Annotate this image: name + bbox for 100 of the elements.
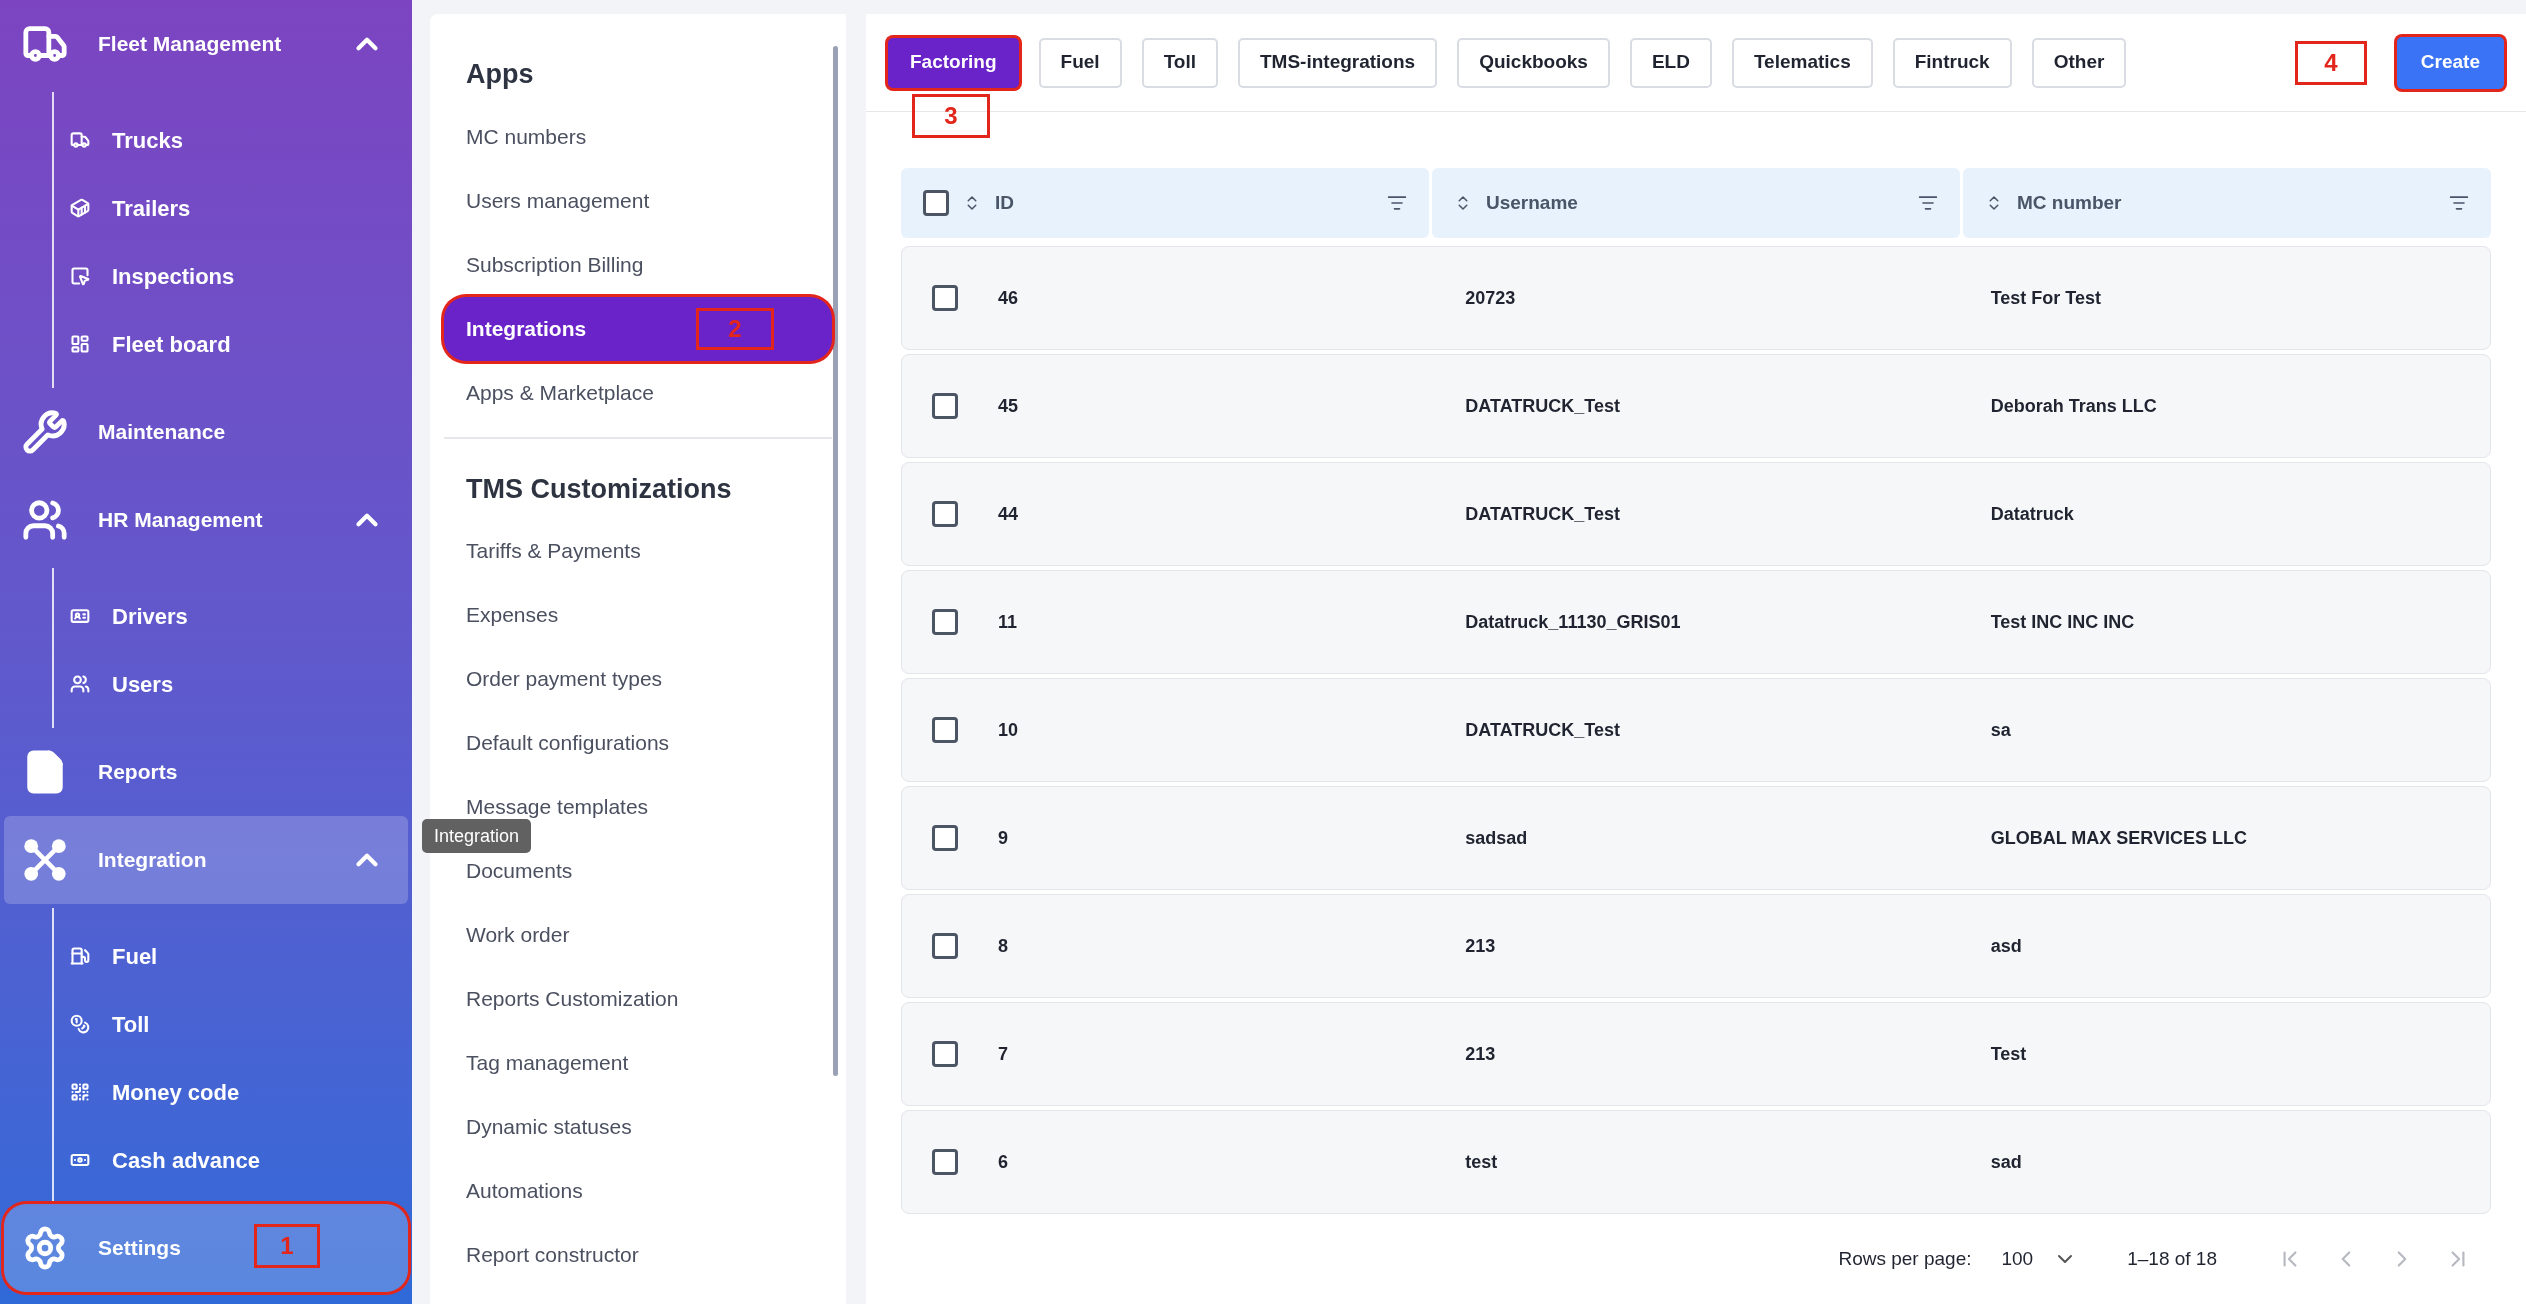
settings-menu-item[interactable]: Subscription Billing <box>466 248 644 281</box>
column-header[interactable]: Username <box>1432 168 1960 238</box>
table-row[interactable]: 46 20723 Test For Test <box>901 246 2491 350</box>
table-row[interactable]: 44 DATATRUCK_Test Datatruck <box>901 462 2491 566</box>
table-cell-text: asd <box>1990 934 2022 958</box>
settings-menu-item[interactable]: Order payment types <box>466 663 663 695</box>
settings-menu-item[interactable]: Expenses <box>466 599 559 631</box>
category-tab[interactable]: TMS-integrations <box>1238 37 1438 88</box>
table-row[interactable]: 45 DATATRUCK_Test Deborah Trans LLC <box>901 354 2491 458</box>
create-button[interactable]: Create <box>2396 36 2504 89</box>
category-tab[interactable]: Quickbooks <box>1457 37 1610 88</box>
table-cell-text: 44 <box>998 502 1019 526</box>
page-range: 1–18 of 18 <box>2127 1246 2217 1271</box>
filter-icon[interactable] <box>2449 193 2469 213</box>
trailer-icon <box>70 198 90 218</box>
column-header[interactable]: ID <box>901 168 1429 238</box>
column-header[interactable]: MC number <box>1963 168 2491 238</box>
qr-code-icon <box>70 1082 90 1102</box>
filter-icon[interactable] <box>1918 193 1938 213</box>
filter-icon[interactable] <box>1387 193 1407 213</box>
table-cell-text: 11 <box>998 610 1018 634</box>
table-cell-text: 6 <box>998 1150 1008 1174</box>
category-tab[interactable]: ELD <box>1629 37 1712 88</box>
sidebar-subitem[interactable]: Users <box>54 650 412 718</box>
table-cell-text: Test For Test <box>1990 286 2101 310</box>
rows-per-page-select[interactable]: 100 <box>2001 1244 2078 1274</box>
table-cell-text: Datatruck <box>1990 502 2074 526</box>
checkbox[interactable] <box>923 190 949 216</box>
checkbox[interactable] <box>932 717 958 743</box>
table-row[interactable]: 8 213 asd <box>901 894 2491 998</box>
table-row[interactable]: 7 213 Test <box>901 1002 2491 1106</box>
settings-menu-item[interactable]: Work order <box>466 919 570 951</box>
sidebar-subitem[interactable]: Fleet board <box>54 310 412 378</box>
settings-menu-item[interactable]: Report constructor <box>466 1239 639 1271</box>
checkbox[interactable] <box>932 1149 958 1175</box>
callout-number: 3 <box>912 93 990 138</box>
people-icon <box>70 674 90 694</box>
checkbox[interactable] <box>932 501 958 527</box>
sidebar-item[interactable]: HR Management <box>4 476 408 564</box>
settings-menu-item[interactable]: Automations <box>466 1175 583 1207</box>
checkbox[interactable] <box>932 393 958 419</box>
checkbox[interactable] <box>932 825 958 851</box>
table-cell-text: 20723 <box>1465 286 1516 310</box>
sidebar-subitem[interactable]: Drivers <box>54 582 412 650</box>
table-cell-text: DATATRUCK_Test <box>1465 394 1620 418</box>
category-tab[interactable]: Toll <box>1141 37 1218 88</box>
sidebar-subitem[interactable]: Inspections <box>54 242 412 310</box>
table-cell-text: sadsad <box>1465 826 1528 850</box>
sidebar-item[interactable]: Maintenance <box>4 388 408 476</box>
people-icon <box>22 497 68 543</box>
table-row[interactable]: 9 sadsad GLOBAL MAX SERVICES LLC <box>901 786 2491 890</box>
callout-number: 1 <box>254 1224 320 1268</box>
sidebar-subitem[interactable]: Cash advance <box>54 1126 412 1194</box>
wrench-icon <box>22 409 68 455</box>
sidebar-item[interactable]: Reports <box>4 728 408 816</box>
table-row[interactable]: 10 DATATRUCK_Test sa <box>901 678 2491 782</box>
category-tab[interactable]: Telematics <box>1731 37 1873 88</box>
table-row[interactable]: 11 Datatruck_11130_GRIS01 Test INC INC INC <box>901 570 2491 674</box>
settings-menu-item[interactable]: Tariffs & Payments <box>466 535 641 567</box>
table-cell-text: sad <box>1990 1150 2022 1174</box>
category-tab[interactable]: Fuel <box>1038 37 1122 88</box>
settings-menu-item[interactable]: MC numbers <box>466 120 587 153</box>
truck-icon <box>70 130 90 150</box>
sidebar-subitem[interactable]: Trucks <box>54 106 412 174</box>
table-cell-text: Test <box>1990 1042 2027 1066</box>
settings-menu-item[interactable]: Apps & Marketplace <box>466 376 654 409</box>
section-heading: TMS Customizations <box>465 472 733 506</box>
settings-menu-item[interactable]: Users management <box>466 184 650 217</box>
checkbox[interactable] <box>932 933 958 959</box>
checkbox[interactable] <box>932 1041 958 1067</box>
sidebar-subitem[interactable]: Fuel <box>54 922 412 990</box>
sidebar-subitem[interactable]: Toll <box>54 990 412 1058</box>
table-cell-text: test <box>1465 1150 1498 1174</box>
sidebar-item[interactable]: Fleet Management <box>4 0 408 88</box>
tooltip: Integration <box>422 819 532 853</box>
table-cell-text: sa <box>1990 718 2011 742</box>
checkbox[interactable] <box>932 609 958 635</box>
table-cell-text: 9 <box>998 826 1008 850</box>
table-cell-text: DATATRUCK_Test <box>1465 718 1620 742</box>
section-heading: Apps <box>465 58 535 91</box>
category-tab[interactable]: Other <box>2031 37 2127 88</box>
settings-menu-item[interactable]: Dynamic statuses <box>466 1111 632 1143</box>
table-cell-text: Test INC INC INC <box>1990 610 2135 634</box>
checkbox[interactable] <box>932 285 958 311</box>
inspection-icon <box>70 266 90 286</box>
table-cell-text: DATATRUCK_Test <box>1465 502 1620 526</box>
sidebar-subitem[interactable]: Trailers <box>54 174 412 242</box>
sidebar-item[interactable]: Settings 1 <box>4 1204 408 1292</box>
settings-menu-item[interactable]: Default configurations <box>466 727 670 759</box>
sidebar-subitem[interactable]: Money code <box>54 1058 412 1126</box>
table-cell-text: 213 <box>1465 934 1496 958</box>
table-cell-text: Deborah Trans LLC <box>1990 394 2157 418</box>
settings-menu-item[interactable]: Integrations 2 <box>444 296 832 361</box>
settings-menu-item[interactable]: Documents <box>466 855 573 887</box>
sidebar-item[interactable]: Integration <box>4 816 408 904</box>
fuel-icon <box>70 946 90 966</box>
category-tab[interactable]: Fintruck <box>1892 37 2012 88</box>
table-row[interactable]: 6 test sad <box>901 1110 2491 1214</box>
settings-menu-item[interactable]: Reports Customization <box>466 983 679 1015</box>
settings-menu-item[interactable]: Tag management <box>466 1047 629 1079</box>
